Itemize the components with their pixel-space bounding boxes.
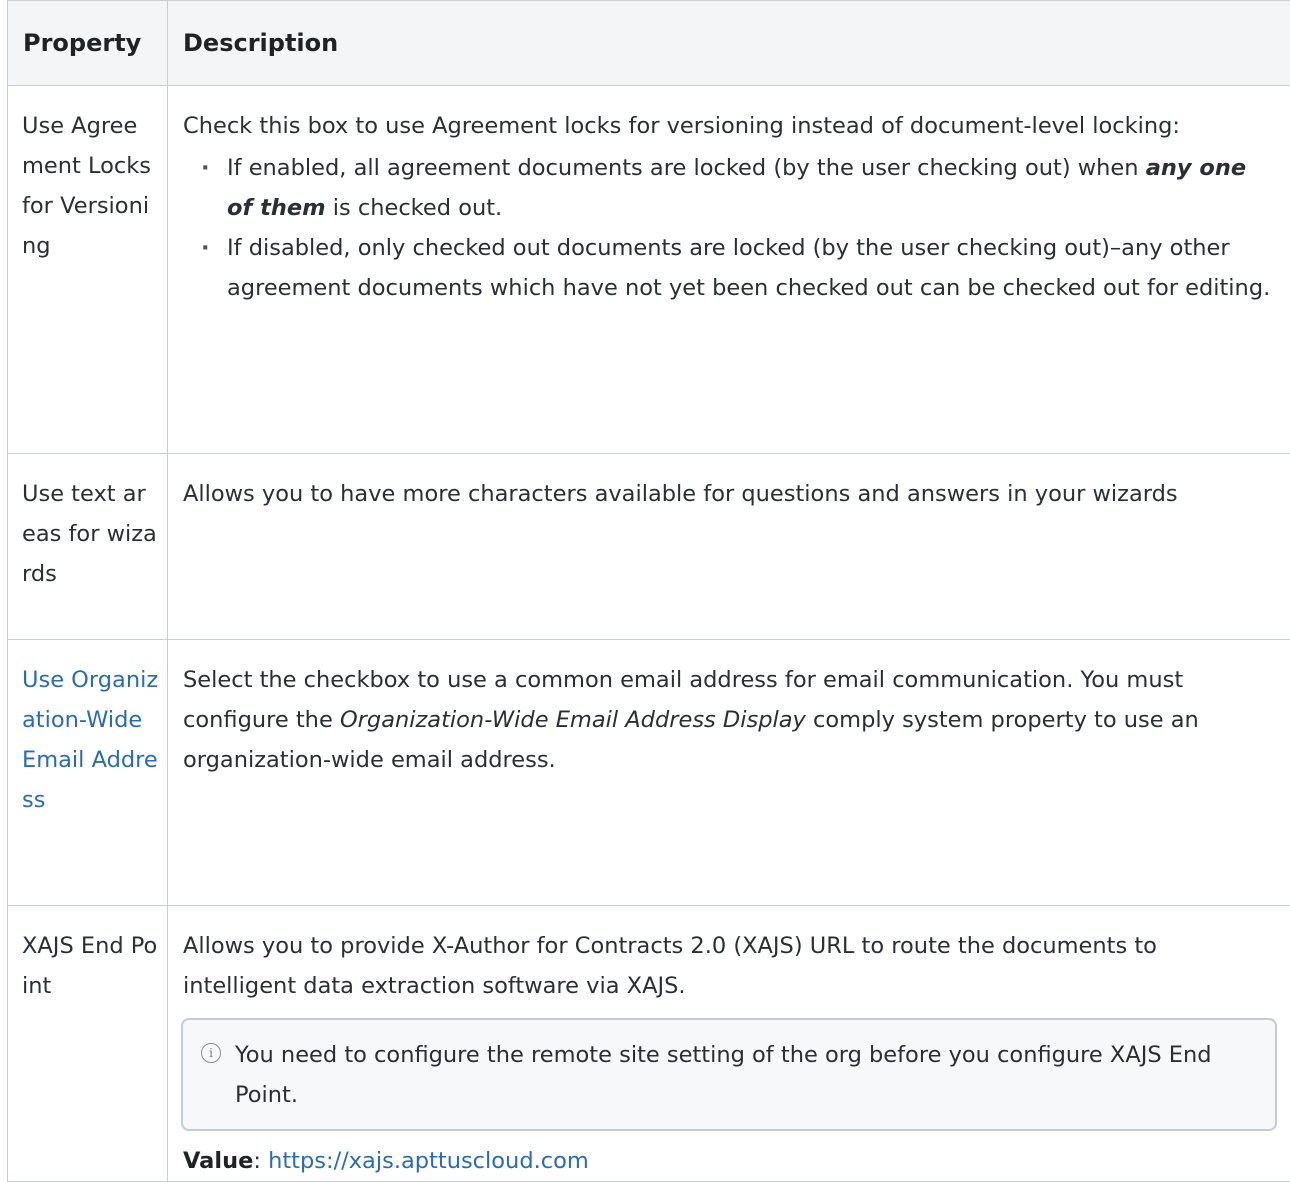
system-properties-table: Property Description Use Agreement Locks… [7, 0, 1290, 1182]
table-row: Use Agreement Locks for Versioning Check… [8, 86, 1290, 454]
bullet-list: If enabled, all agreement documents are … [183, 148, 1276, 308]
property-description: Check this box to use Agreement locks fo… [168, 86, 1290, 454]
bullet-text: is checked out. [326, 195, 503, 221]
description-text: Allows you to provide X-Author for Contr… [183, 926, 1276, 1006]
property-name: Use Agreement Locks for Versioning [8, 86, 168, 454]
property-description: Allows you to provide X-Author for Contr… [168, 906, 1290, 1182]
property-name: XAJS End Point [8, 906, 168, 1182]
table-header-row: Property Description [8, 1, 1290, 86]
value-separator: : [253, 1148, 268, 1174]
list-item: If disabled, only checked out documents … [227, 228, 1276, 308]
value-line: Value: https://xajs.apttuscloud.com [183, 1141, 1276, 1181]
property-description: Allows you to have more characters avail… [168, 454, 1290, 640]
property-name: Use text areas for wizards [8, 454, 168, 640]
table-row: Use text areas for wizards Allows you to… [8, 454, 1290, 640]
bullet-text: If enabled, all agreement documents are … [227, 155, 1146, 181]
value-label: Value [183, 1148, 253, 1174]
property-name-link[interactable]: Use Organization-Wide Email Address [8, 640, 168, 906]
info-icon: i [201, 1043, 221, 1063]
note-text: You need to configure the remote site se… [235, 1042, 1212, 1108]
table-row: Use Organization-Wide Email Address Sele… [8, 640, 1290, 906]
property-description: Select the checkbox to use a common emai… [168, 640, 1290, 906]
list-item: If enabled, all agreement documents are … [227, 148, 1276, 228]
value-url-link[interactable]: https://xajs.apttuscloud.com [268, 1148, 589, 1174]
emphasis-text: Organization-Wide Email Address Display [340, 707, 806, 733]
column-header-property: Property [8, 1, 168, 86]
table-row: XAJS End Point Allows you to provide X-A… [8, 906, 1290, 1182]
description-intro: Check this box to use Agreement locks fo… [183, 106, 1276, 146]
info-note: i You need to configure the remote site … [181, 1018, 1277, 1131]
column-header-description: Description [168, 1, 1290, 86]
